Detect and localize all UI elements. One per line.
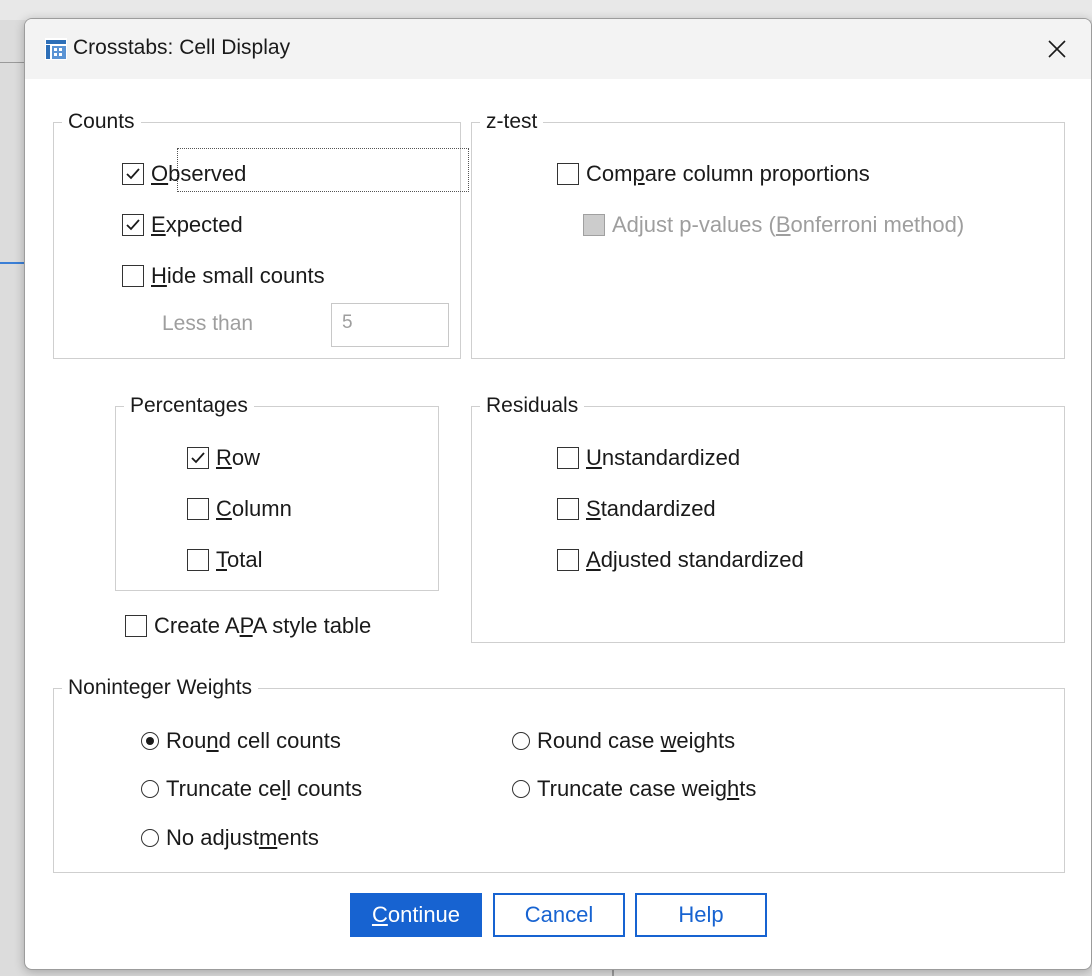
observed-check-box[interactable] [122, 163, 144, 185]
expected-checkbox[interactable]: Expected [122, 212, 243, 238]
title-bar: Crosstabs: Cell Display [25, 19, 1091, 79]
total-check-box[interactable] [187, 549, 209, 571]
noninteger-weights-legend: Noninteger Weights [68, 676, 253, 699]
compare-column-proportions-label: Compare column proportions [586, 161, 870, 186]
observed-checkbox[interactable]: Observed [122, 161, 246, 187]
standardized-label: Standardized [586, 496, 716, 521]
radio-icon[interactable] [512, 732, 530, 750]
continue-button[interactable]: Continue [350, 893, 482, 937]
cancel-button[interactable]: Cancel [493, 893, 625, 937]
standardized-check-box[interactable] [557, 498, 579, 520]
counts-legend: Counts [68, 110, 135, 133]
close-icon [1048, 40, 1066, 58]
radio-icon[interactable] [512, 780, 530, 798]
background-window-strip [0, 0, 1092, 20]
round-case-weights-radio[interactable]: Round case weights [512, 728, 735, 754]
close-button[interactable] [1037, 29, 1077, 69]
window-title: Crosstabs: Cell Display [73, 36, 291, 59]
hide-small-counts-check-box[interactable] [122, 265, 144, 287]
column-checkbox[interactable]: Column [187, 496, 292, 522]
row-label: Row [216, 445, 261, 470]
truncate-case-weights-radio[interactable]: Truncate case weights [512, 776, 756, 802]
unstandardized-label: Unstandardized [586, 445, 741, 470]
percentages-legend: Percentages [130, 394, 248, 417]
row-checkbox[interactable]: Row [187, 445, 260, 471]
hide-small-counts-checkbox[interactable]: Hide small counts [122, 263, 325, 289]
checkmark-icon [191, 452, 205, 464]
adjust-p-values-label: Adjust p-values (Bonferroni method) [612, 212, 965, 237]
compare-column-proportions-checkbox[interactable]: Compare column proportions [557, 161, 870, 187]
expected-check-box[interactable] [122, 214, 144, 236]
adjusted-standardized-check-box[interactable] [557, 549, 579, 571]
adjusted-standardized-label: Adjusted standardized [586, 547, 804, 572]
apa-style-table-check-box[interactable] [125, 615, 147, 637]
apa-style-table-label: Create APA style table [154, 613, 372, 638]
total-label: Total [216, 547, 263, 572]
adjusted-standardized-checkbox[interactable]: Adjusted standardized [557, 547, 804, 573]
compare-column-proportions-check-box[interactable] [557, 163, 579, 185]
column-label: Column [216, 496, 292, 521]
no-adjustments-radio[interactable]: No adjustments [141, 825, 319, 851]
truncate-cell-counts-label: Truncate cell counts [166, 776, 363, 801]
checkmark-icon [126, 168, 140, 180]
unstandardized-checkbox[interactable]: Unstandardized [557, 445, 740, 471]
radio-icon[interactable] [141, 829, 159, 847]
unstandardized-check-box[interactable] [557, 447, 579, 469]
standardized-checkbox[interactable]: Standardized [557, 496, 716, 522]
row-check-box[interactable] [187, 447, 209, 469]
round-cell-counts-radio[interactable]: Round cell counts [141, 728, 341, 754]
residuals-legend: Residuals [486, 394, 579, 417]
continue-label: Continue [371, 902, 461, 927]
cell-display-dialog: Crosstabs: Cell Display Counts Observed … [24, 18, 1092, 970]
less-than-input[interactable]: 5 [331, 303, 449, 347]
round-case-weights-label: Round case weights [537, 728, 736, 753]
no-adjustments-label: No adjustments [166, 825, 319, 850]
expected-label: Expected [151, 212, 243, 237]
less-than-label: Less than [162, 312, 254, 335]
help-button[interactable]: Help [635, 893, 767, 937]
column-check-box[interactable] [187, 498, 209, 520]
observed-label: Observed [151, 161, 247, 186]
checkmark-icon [126, 219, 140, 231]
total-checkbox[interactable]: Total [187, 547, 262, 573]
radio-selected-icon[interactable] [141, 732, 159, 750]
z-test-legend: z-test [486, 110, 538, 133]
round-cell-counts-label: Round cell counts [166, 728, 341, 753]
apa-style-table-checkbox[interactable]: Create APA style table [125, 613, 371, 639]
truncate-cell-counts-radio[interactable]: Truncate cell counts [141, 776, 362, 802]
adjust-p-values-checkbox[interactable]: Adjust p-values (Bonferroni method) [583, 212, 964, 238]
adjust-p-values-check-box[interactable] [583, 214, 605, 236]
percentages-group: Percentages [115, 395, 439, 591]
truncate-case-weights-label: Truncate case weights [537, 776, 757, 801]
crosstabs-app-icon [45, 38, 67, 60]
radio-icon[interactable] [141, 780, 159, 798]
hide-small-counts-label: Hide small counts [151, 263, 325, 288]
